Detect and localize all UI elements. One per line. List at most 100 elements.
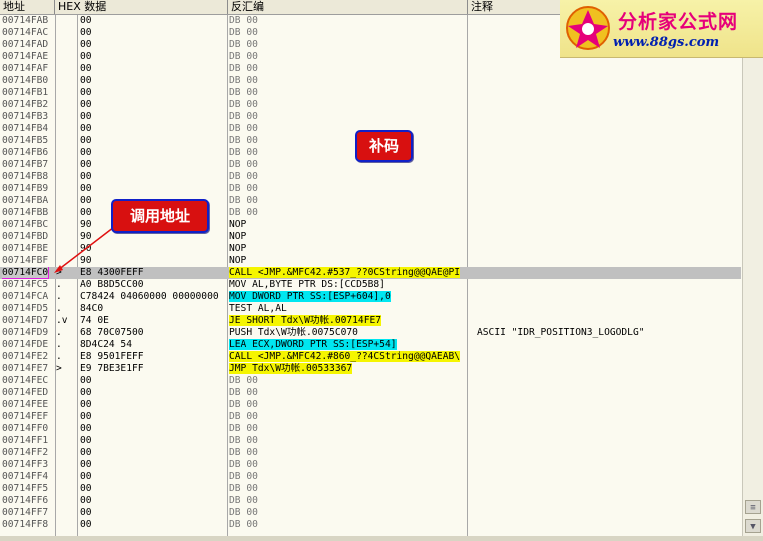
row-marker [56,435,76,447]
row-comment [477,99,741,111]
row-disasm-text: PUSH Tdx\W功帐.0075C070 [229,327,358,338]
scroll-thumb[interactable]: ≡ [745,500,761,514]
table-row[interactable]: 00714FB0 00 DB 00 [0,75,741,87]
row-address: 00714FBD [2,231,54,243]
row-comment [477,147,741,159]
table-row[interactable]: 00714FB3 00 DB 00 [0,111,741,123]
table-row[interactable]: 00714FEC 00 DB 00 [0,375,741,387]
row-disasm: NOP [229,243,466,255]
row-address: 00714FB6 [2,147,54,159]
row-address: 00714FAB [2,15,54,27]
table-row[interactable]: 00714FF5 00 DB 00 [0,483,741,495]
table-row[interactable]: 00714FB2 00 DB 00 [0,99,741,111]
table-row[interactable]: 00714FD7 .v 74 0E JE SHORT Tdx\W功帐.00714FE7 [0,315,741,327]
table-row[interactable]: 00714FC0 > E8 4300FEFF CALL <JMP.&MFC42.#53… [0,267,741,279]
row-disasm-text: MOV AL,BYTE PTR DS:[CCD5B8] [229,279,385,290]
row-hex-text: 00 [80,495,92,506]
row-address-text: 00714FF3 [2,459,49,470]
row-comment [477,279,741,291]
row-disasm: DB 00 [229,183,466,195]
row-disasm-text: DB 00 [229,159,258,170]
row-hex: 00 [80,483,226,495]
row-hex: 00 [80,411,226,423]
row-address: 00714FBF [2,255,54,267]
table-row[interactable]: 00714FB1 00 DB 00 [0,87,741,99]
table-row[interactable]: 00714FE7 > E9 7BE3E1FF JMP Tdx\W功帐.00533367 [0,363,741,375]
row-disasm: DB 00 [229,135,466,147]
column-header-hex[interactable]: HEX 数据 [55,0,228,14]
row-hex: 00 [80,423,226,435]
table-row[interactable]: 00714FED 00 DB 00 [0,387,741,399]
disassembly-grid[interactable]: 00714FAB 00 DB 00 00714FAC 00 DB 00 00714FAD 00… [0,15,741,536]
table-row[interactable]: 00714FBF 90 NOP [0,255,741,267]
row-address: 00714FD5 [2,303,54,315]
table-row[interactable]: 00714FF4 00 DB 00 [0,471,741,483]
row-address-text: 00714FCA [2,291,49,302]
row-hex-text: 00 [80,147,92,158]
table-row[interactable]: 00714FF1 00 DB 00 [0,435,741,447]
table-row[interactable]: 00714FB8 00 DB 00 [0,171,741,183]
row-address-text: 00714FB6 [2,147,49,158]
row-address-text: 00714FF4 [2,471,49,482]
table-row[interactable]: 00714FD5. 84C0 TEST AL,AL [0,303,741,315]
row-comment [477,519,741,531]
row-comment-text: ASCII "IDR_POSITION3_LOGODLG" [477,327,645,338]
table-row[interactable]: 00714FF2 00 DB 00 [0,447,741,459]
row-hex: 00 [80,387,226,399]
row-hex-text: 00 [80,411,92,422]
row-hex-text: 00 [80,447,92,458]
scroll-down-button[interactable]: ▼ [745,519,761,533]
table-row[interactable]: 00714FBD 90 NOP [0,231,741,243]
row-address-text: 00714FBC [2,219,49,230]
column-header-disassembly[interactable]: 反汇编 [228,0,468,14]
table-row[interactable]: 00714FB9 00 DB 00 [0,183,741,195]
row-disasm-text: DB 00 [229,207,258,218]
row-marker-text: > [56,363,62,374]
row-address: 00714FBB [2,207,54,219]
row-disasm-text: DB 00 [229,99,258,110]
column-header-address[interactable]: 地址 [0,0,55,14]
row-hex-text: 00 [80,195,92,206]
table-row[interactable]: 00714FF3 00 DB 00 [0,459,741,471]
row-hex-text: 00 [80,123,92,134]
table-row[interactable]: 00714FEF 00 DB 00 [0,411,741,423]
row-hex: 00 [80,15,226,27]
row-comment: ASCII "IDR_POSITION3_LOGODLG" [477,327,741,339]
row-hex: 8D4C24 54 [80,339,226,351]
row-address-text: 00714FBB [2,207,49,218]
row-marker [56,39,76,51]
row-comment [477,87,741,99]
row-address-text: 00714FAB [2,15,49,26]
row-address: 00714FAF [2,63,54,75]
row-hex: 00 [80,435,226,447]
row-address-text: 00714FB0 [2,75,49,86]
row-marker [56,27,76,39]
table-row[interactable]: 00714FC5. A0 B8D5CC00 MOV AL,BYTE PTR DS:[… [0,279,741,291]
row-disasm: DB 00 [229,387,466,399]
row-address-text: 00714FEF [2,411,49,422]
table-row[interactable]: 00714FAF 00 DB 00 [0,63,741,75]
row-comment [477,399,741,411]
row-disasm-text: NOP [229,243,247,254]
table-row[interactable]: 00714FBE 90 NOP [0,243,741,255]
table-row[interactable]: 00714FD9. 68 70C07500 PUSH Tdx\W功帐.0075C07… [0,327,741,339]
row-disasm: DB 00 [229,39,466,51]
row-comment [477,111,741,123]
row-disasm-text: DB 00 [229,87,258,98]
table-row[interactable]: 00714FF8 00 DB 00 [0,519,741,531]
table-row[interactable]: 00714FF6 00 DB 00 [0,495,741,507]
row-marker [56,231,76,243]
row-marker: > [56,267,76,279]
table-row[interactable]: 00714FF7 00 DB 00 [0,507,741,519]
row-hex: E8 9501FEFF [80,351,226,363]
row-marker [56,459,76,471]
table-row[interactable]: 00714FF0 00 DB 00 [0,423,741,435]
vertical-scrollbar[interactable]: ≡ ▼ [742,15,763,536]
table-row[interactable]: 00714FE2. E8 9501FEFF CALL <JMP.&MFC42.#86… [0,351,741,363]
table-row[interactable]: 00714FDE. 8D4C24 54 LEA ECX,DWORD PTR SS:[… [0,339,741,351]
row-disasm-text: DB 00 [229,183,258,194]
horizontal-scrollbar[interactable] [0,536,763,541]
row-address: 00714FB9 [2,183,54,195]
table-row[interactable]: 00714FEE 00 DB 00 [0,399,741,411]
table-row[interactable]: 00714FCA. C78424 04060000 00000000 MOV DWO… [0,291,741,303]
